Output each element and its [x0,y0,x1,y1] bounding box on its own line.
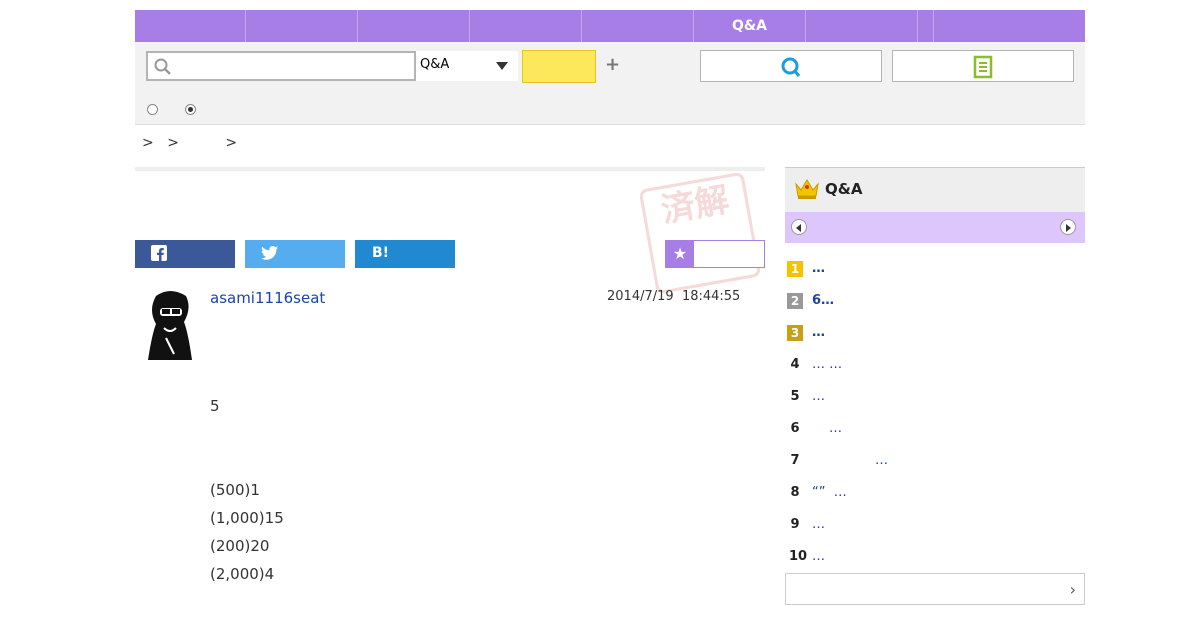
nav-item-qa[interactable]: Q&A [694,10,806,42]
post-line: 5 [210,397,220,415]
ranking-item-3[interactable]: 3 … [785,325,1085,345]
nav-item-3[interactable] [358,10,470,42]
crown-icon [794,178,820,204]
rank-number: 5 [790,389,800,404]
ask-question-button[interactable] [700,50,882,82]
username-link[interactable]: asami1116seat [210,289,325,307]
twitter-share-button[interactable] [245,240,345,268]
document-button[interactable] [892,50,1074,82]
category-select[interactable]: Q&A [414,51,518,81]
rank-number: 9 [790,517,800,532]
nav-item-7[interactable] [806,10,918,42]
avatar[interactable] [146,288,194,360]
ranking-link[interactable]: 6… [812,293,834,308]
post-line: (500)1 [210,481,260,499]
chevron-down-icon [496,62,508,70]
category-select-value: Q&A [420,57,450,72]
search-icon [154,58,172,80]
stamp-text: 済解 [658,179,733,232]
ranking-item-1[interactable]: 1 … [785,261,1085,281]
twitter-icon [261,245,279,265]
ranking-item-2[interactable]: 2 6… [785,293,1085,313]
radio-option-2[interactable] [185,104,196,115]
prev-arrow-icon[interactable] [791,219,807,235]
content-divider [135,167,765,171]
breadcrumb-separator: > [167,135,179,151]
nav-item-4[interactable] [470,10,582,42]
ranking-link[interactable]: … [875,453,888,468]
search-box: Q&A [146,51,518,81]
rank-number: 10 [788,549,808,564]
search-button[interactable] [522,50,596,83]
ranking-item-6[interactable]: 6 … [785,421,1085,441]
nav-item-8[interactable] [918,10,934,42]
breadcrumb-separator: > [225,135,238,151]
nav-item-9[interactable] [934,10,1085,42]
ranking-more-button[interactable]: › [785,573,1085,605]
nav-item-2[interactable] [246,10,358,42]
ranking-link[interactable]: “” … [812,485,847,500]
breadcrumb-separator: > [142,135,154,151]
page: Q&A Q&A + > > > 済解 B! ★ asami1116seat 20… [115,10,1085,630]
nav-item-1[interactable] [135,10,246,42]
chevron-right-icon: › [1069,580,1076,599]
ranking-link[interactable]: … [829,421,842,436]
search-area: Q&A + [135,42,1085,125]
facebook-icon [151,245,167,265]
rank-number: 6 [790,421,800,436]
top-nav: Q&A [135,10,1085,42]
ranking-item-8[interactable]: 8 “” … [785,485,1085,505]
ranking-link[interactable]: … [812,517,825,532]
rank-badge: 1 [787,261,803,277]
rank-badge: 2 [787,293,803,309]
document-icon [972,55,994,83]
next-arrow-icon[interactable] [1060,219,1076,235]
question-icon [779,57,803,83]
ranking-link[interactable]: … [812,549,825,564]
rank-number: 8 [790,485,800,500]
post-datetime: 2014/7/19 18:44:55 [607,289,740,304]
facebook-share-button[interactable] [135,240,235,268]
post-date: 2014/7/19 [607,289,674,304]
post-line: (1,000)15 [210,509,284,527]
ranking-link[interactable]: … [812,261,825,276]
nav-item-5[interactable] [582,10,694,42]
rank-badge: 3 [787,325,803,341]
breadcrumb: > > > [142,135,237,151]
ranking-item-7[interactable]: 7 … [785,453,1085,473]
sidebar-tab-bar [785,212,1085,243]
ranking-link[interactable]: … [812,389,825,404]
resolved-stamp: 済解 [638,171,762,295]
rank-number: 7 [790,453,800,468]
radio-option-1[interactable] [147,104,158,115]
favorite-button[interactable]: ★ [665,240,765,268]
hatena-label: B! [372,245,390,261]
ranking-item-10[interactable]: 10 … [785,549,1085,569]
sidebar-title: Q&A [825,180,863,198]
ranking-item-4[interactable]: 4 … … [785,357,1085,377]
post-time: 18:44:55 [681,289,741,304]
sidebar-header: Q&A [785,168,1085,212]
ranking-link[interactable]: … [812,325,825,340]
ranking-item-9[interactable]: 9 … [785,517,1085,537]
rank-number: 4 [790,357,800,372]
post-line: (2,000)4 [210,565,275,583]
star-icon: ★ [666,241,694,267]
ranking-link[interactable]: … … [812,357,842,372]
hatena-bookmark-button[interactable]: B! [355,240,455,268]
plus-icon[interactable]: + [605,54,620,75]
post-line: (200)20 [210,537,270,555]
search-input[interactable] [176,53,410,81]
ranking-item-5[interactable]: 5 … [785,389,1085,409]
